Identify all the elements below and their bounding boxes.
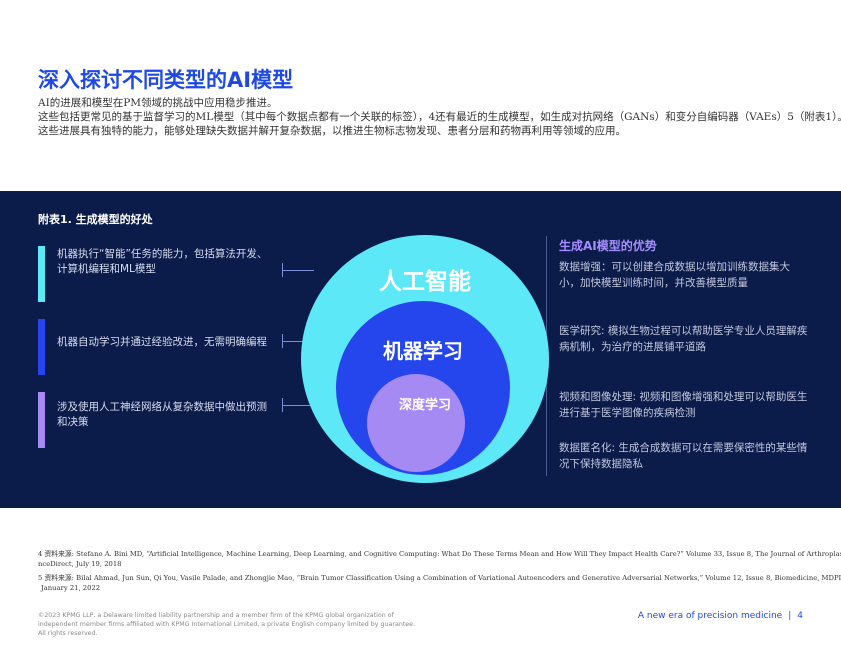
left-item-ml: 机器自动学习并通过经验改进，无需明确编程: [57, 336, 267, 348]
footer-separator: |: [788, 611, 792, 621]
advantage-item: 数据匿名化: 生成合成数据可以在需要保密性的某些情况下保持数据隐私: [559, 442, 808, 470]
page-footer: A new era of precision medicine | 4: [638, 611, 803, 621]
left-item-ai: 机器执行“智能”任务的能力，包括算法开发、计算机编程和ML模型: [57, 248, 268, 275]
footer-title: A new era of precision medicine: [637, 611, 783, 621]
figure-title: 附表1. 生成模型的好处: [38, 213, 153, 226]
intro-line: 这些进展具有独特的能力，能够处理缺失数据并解开复杂数据，以推进生物标志物发现、患…: [38, 125, 626, 137]
page-number: 4: [797, 611, 803, 621]
left-item-bar-ml: [38, 319, 45, 375]
circle-dl-label: 深度学习: [399, 398, 452, 413]
circle-ml-label: 机器学习: [383, 339, 463, 363]
advantage-item: 医学研究: 模拟生物过程可以帮助医学专业人员理解疾病机制，为治疗的进展铺平道路: [559, 325, 808, 353]
footnote-line: January 21, 2022: [41, 584, 101, 592]
footnote-5: 5 资料来源: Bilal Ahmad, Jun Sun, Qi You, Va…: [38, 573, 841, 593]
left-item-bar-ai: [38, 246, 45, 302]
page-title: 深入探讨不同类型的AI模型: [38, 68, 294, 92]
circle-ai-label: 人工智能: [379, 269, 471, 295]
intro-line: 这些包括更常见的基于监督学习的ML模型（其中每个数据点都有一个关联的标签），4还…: [38, 111, 841, 123]
footnote-line: nceDirect, July 19, 2018: [38, 560, 122, 568]
copyright-text: ©2023 KPMG LLP, a Delaware limited liabi…: [38, 612, 416, 637]
circle-dl: [367, 374, 465, 472]
advantage-item: 视频和图像处理: 视频和图像增强和处理可以帮助医生进行基于医学图像的疾病检测: [559, 391, 808, 419]
intro-line: AI的进展和模型在PM领域的挑战中应用稳步推进。: [38, 97, 278, 109]
footnote-4: 4 资料来源: Stefano A. Bini MD, “Artificial …: [38, 549, 841, 569]
advantages-title: 生成AI模型的优势: [559, 239, 657, 253]
left-item-dl: 涉及使用人工神经网络从复杂数据中做出预测和决策: [57, 401, 267, 428]
footnote-line: 4 资料来源: Stefano A. Bini MD, “Artificial …: [38, 550, 841, 558]
footnote-line: 5 资料来源: Bilal Ahmad, Jun Sun, Qi You, Va…: [38, 574, 841, 582]
intro-text: AI的进展和模型在PM领域的挑战中应用稳步推进。 这些包括更常见的基于监督学习的…: [38, 96, 841, 138]
left-item-bar-dl: [38, 392, 45, 448]
advantage-item: 数据增强：可以创建合成数据以增加训练数据集大小，加快模型训练时间，并改善模型质量: [559, 261, 790, 289]
